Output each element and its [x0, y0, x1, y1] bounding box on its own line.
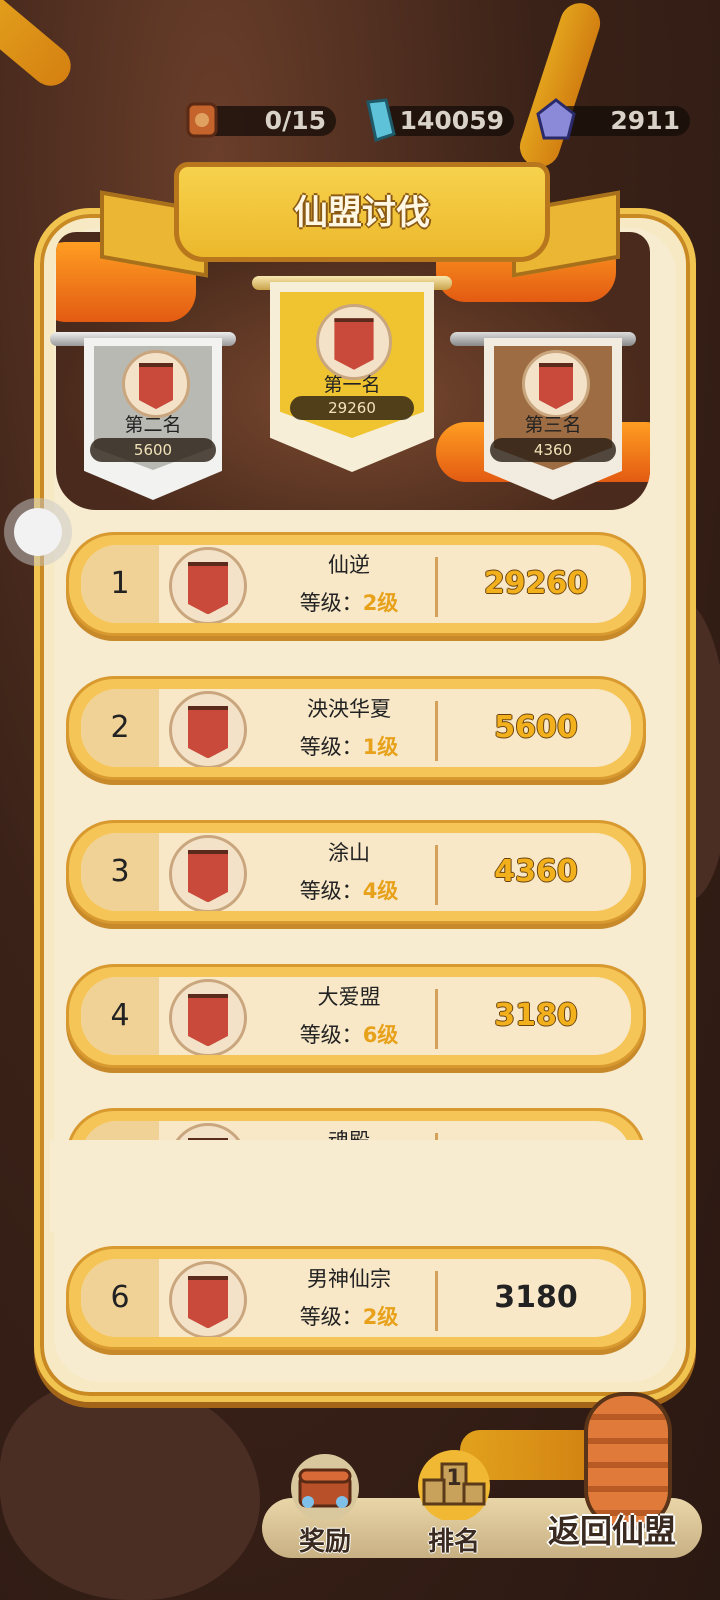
flame-emblem-icon	[169, 835, 247, 911]
scroll-token-icon	[186, 102, 218, 138]
podium-flag-third[interactable]: 第三名 4360	[450, 332, 636, 500]
podium-third-score: 4360	[490, 438, 616, 462]
row-level: 等级：4级	[299, 879, 399, 903]
row-score: 5600	[494, 710, 578, 745]
title-banner: 仙盟讨伐	[174, 162, 550, 262]
row-level: 等级：1级	[299, 735, 399, 759]
row-score: 3180	[494, 998, 578, 1033]
list-scroll-fade	[50, 1140, 670, 1232]
currency-scroll: 0/15	[186, 102, 336, 138]
row-name: 泱泱华夏	[307, 697, 391, 721]
row-score: 4360	[494, 854, 578, 889]
ranking-row-3[interactable]: 3 涂山 等级：4级 4360	[66, 820, 646, 924]
row-rank: 6	[110, 1280, 130, 1315]
row-rank: 3	[110, 854, 130, 889]
row-rank: 4	[110, 998, 130, 1033]
background-lava-streak	[514, 0, 606, 173]
row-level: 等级：2级	[299, 591, 399, 615]
blue-crystal-icon	[366, 98, 396, 142]
return-alliance-button[interactable]: 返回仙盟	[548, 1506, 676, 1552]
ranking-row-1[interactable]: 1 仙逆 等级：2级 29260	[66, 532, 646, 636]
currency-gem: 2911	[536, 98, 690, 140]
floating-assist-button[interactable]	[4, 498, 72, 566]
third-emblem-icon	[522, 350, 590, 418]
row-name: 仙逆	[328, 553, 370, 577]
ranking-row-2[interactable]: 2 泱泱华夏 等级：1级 5600	[66, 676, 646, 780]
row-rank: 2	[110, 710, 130, 745]
row-score: 29260	[483, 566, 589, 601]
podium-flag-second[interactable]: 第二名 5600	[50, 332, 236, 500]
row-level: 等级：2级	[299, 1305, 399, 1329]
row-name: 涂山	[328, 841, 370, 865]
currency-gem-value: 2911	[610, 106, 680, 135]
sword-emblem-icon	[169, 979, 247, 1055]
treasure-chest-icon	[291, 1454, 359, 1520]
sword-emblem-icon	[169, 691, 247, 767]
row-name: 大爱盟	[317, 985, 381, 1009]
dragon-emblem-icon	[169, 1261, 247, 1337]
background-rock	[0, 1380, 260, 1600]
background-lava-streak	[0, 0, 79, 94]
ranking-tab[interactable]: 1 排名	[408, 1446, 500, 1558]
page-title: 仙盟讨伐	[294, 193, 430, 233]
podium-second-score: 5600	[90, 438, 216, 462]
row-name: 男神仙宗	[307, 1267, 391, 1291]
podium-first-label: 第一名	[323, 374, 381, 396]
podium-flag-first[interactable]: 第一名 29260	[252, 276, 452, 472]
row-level: 等级：6级	[299, 1023, 399, 1047]
ranking-label: 排名	[427, 1527, 480, 1557]
currency-scroll-value: 0/15	[264, 106, 326, 135]
row-score: 3180	[494, 1280, 578, 1315]
my-ranking-row[interactable]: 6 男神仙宗 等级：2级 3180	[66, 1246, 646, 1350]
purple-gem-icon	[536, 98, 576, 140]
second-emblem-icon	[122, 350, 190, 418]
row-rank: 1	[110, 566, 130, 601]
first-emblem-icon	[316, 304, 392, 380]
rewards-label: 奖励	[298, 1527, 351, 1557]
podium-second-label: 第二名	[124, 414, 182, 436]
currency-crystal: 140059	[366, 98, 514, 142]
rewards-tab[interactable]: 奖励	[280, 1450, 370, 1558]
podium-third-label: 第三名	[524, 414, 582, 436]
ranking-icon-number: 1	[446, 1466, 462, 1491]
currency-crystal-value: 140059	[399, 106, 504, 135]
podium-first-score: 29260	[290, 396, 414, 420]
sword-emblem-icon	[169, 547, 247, 623]
ranking-row-4[interactable]: 4 大爱盟 等级：6级 3180	[66, 964, 646, 1068]
